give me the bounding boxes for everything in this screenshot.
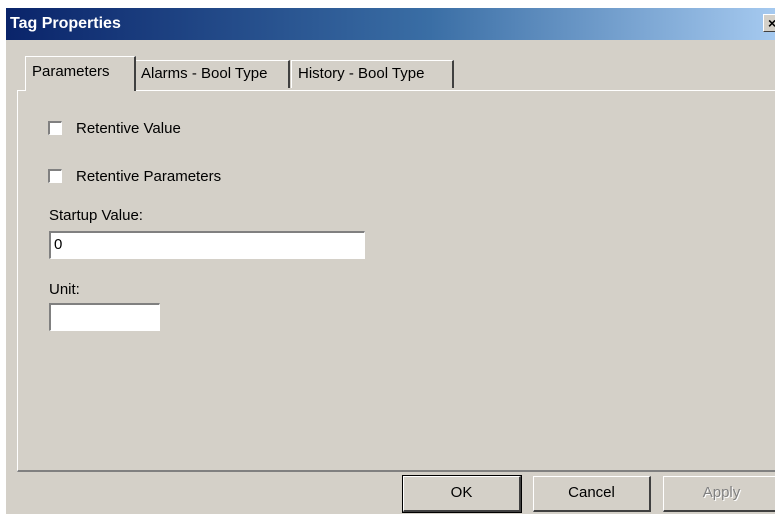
ok-button[interactable]: OK bbox=[402, 475, 522, 513]
apply-button: Apply bbox=[663, 476, 775, 512]
retentive-value-checkbox[interactable] bbox=[48, 121, 62, 135]
retentive-value-option[interactable]: Retentive Value bbox=[48, 118, 181, 138]
parameters-panel: Retentive Value Retentive Parameters Sta… bbox=[17, 90, 775, 472]
dialog-title: Tag Properties bbox=[10, 15, 121, 32]
cancel-button[interactable]: Cancel bbox=[533, 476, 651, 512]
retentive-parameters-label: Retentive Parameters bbox=[76, 167, 222, 185]
unit-label: Unit: bbox=[49, 281, 80, 298]
retentive-parameters-checkbox[interactable] bbox=[48, 169, 62, 183]
tab-parameters[interactable]: Parameters bbox=[25, 56, 136, 91]
unit-field[interactable] bbox=[49, 303, 160, 331]
tab-history-bool-type[interactable]: History - Bool Type bbox=[291, 60, 454, 88]
startup-value-label: Startup Value: bbox=[49, 207, 143, 224]
startup-value-field[interactable]: 0 bbox=[49, 231, 365, 259]
tab-alarms-bool-type[interactable]: Alarms - Bool Type bbox=[134, 60, 290, 88]
retentive-value-label: Retentive Value bbox=[76, 119, 181, 137]
close-icon[interactable]: × bbox=[763, 14, 775, 32]
tag-properties-dialog: Tag Properties × Parameters Alarms - Boo… bbox=[4, 6, 775, 514]
title-bar[interactable]: Tag Properties × bbox=[6, 8, 775, 40]
retentive-parameters-option[interactable]: Retentive Parameters bbox=[48, 166, 221, 186]
